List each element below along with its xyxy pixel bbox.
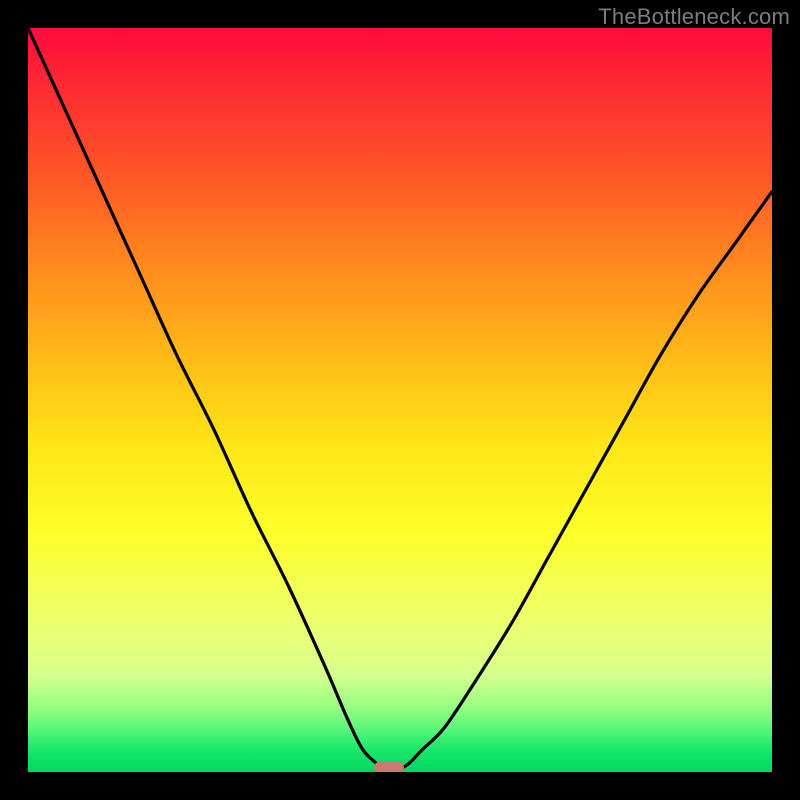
minimum-marker xyxy=(374,761,404,772)
watermark-text: TheBottleneck.com xyxy=(598,4,790,30)
plot-area xyxy=(28,28,772,772)
chart-frame: TheBottleneck.com xyxy=(0,0,800,800)
bottleneck-curve xyxy=(28,28,772,772)
